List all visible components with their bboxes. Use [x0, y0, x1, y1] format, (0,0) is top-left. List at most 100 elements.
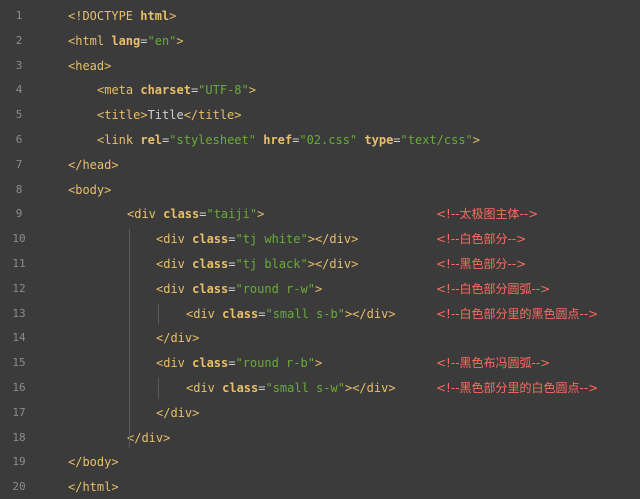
tag-token: </div>: [127, 430, 171, 445]
code-text: <div class="small s-b"></div>: [186, 302, 396, 327]
doctype-keyword-token: html: [140, 9, 170, 23]
attribute-name-token: class: [192, 257, 229, 271]
code-line[interactable]: 6 <link rel="stylesheet" href="02.css" ty…: [0, 128, 640, 153]
attribute-value-token: "tj black": [235, 257, 308, 271]
attribute-name-token: rel: [140, 133, 163, 147]
tag-token: ></div>: [344, 381, 396, 395]
line-number: 7: [15, 157, 23, 171]
line-number: 6: [15, 133, 23, 146]
line-number: 19: [12, 455, 26, 469]
tag-token: <div: [186, 381, 223, 395]
code-line[interactable]: 19 </body>: [0, 450, 640, 475]
code-editor[interactable]: 1 <!DOCTYPE html> 2 <html lang="en"> 3 <head>…: [0, 0, 640, 499]
code-line[interactable]: 20 </html>: [0, 475, 640, 499]
attribute-name-token: type: [364, 133, 394, 147]
code-text: <div class="round r-w">: [156, 277, 322, 302]
attribute-name-token: class: [192, 232, 229, 247]
indent-guide: [158, 378, 159, 399]
code-line[interactable]: 11 <div class="tj black"></div> <!--黑色部分--…: [0, 252, 640, 277]
tag-token: >: [248, 83, 256, 98]
tag-token: >: [314, 281, 323, 296]
tag-token: <div: [156, 257, 193, 271]
attribute-name-token: class: [222, 381, 259, 395]
line-number: 5: [15, 108, 23, 122]
tag-token: <div: [186, 306, 223, 321]
code-text: <meta charset="UTF-8">: [97, 78, 256, 103]
tag-token: <meta: [97, 83, 141, 98]
line-number: 4: [15, 83, 23, 97]
code-line[interactable]: 10 <div class="tj white"></div> <!--白色部分--…: [0, 227, 640, 252]
code-line[interactable]: 3 <head>: [0, 54, 640, 79]
tag-token: <link: [97, 133, 141, 147]
tag-token: >: [472, 133, 481, 147]
code-line[interactable]: 5 <title>Title</title>: [0, 103, 640, 128]
tag-token: ></div>: [307, 257, 359, 271]
code-text: <title>Title</title>: [97, 103, 242, 128]
code-text: <link rel="stylesheet" href="02.css" typ…: [97, 128, 480, 153]
attribute-value-token: "round r-w": [235, 281, 315, 296]
code-line[interactable]: 13 <div class="small s-b"></div> <!--白色部分里…: [0, 302, 640, 327]
line-number: 3: [15, 58, 23, 72]
tag-token: </body>: [68, 455, 119, 470]
tag-token: </div>: [156, 405, 200, 420]
code-text: <div class="tj white"></div>: [156, 227, 358, 252]
html-comment: <!--黑色部分-->: [436, 257, 527, 271]
html-comment: <!--白色部分圆弧-->: [436, 281, 551, 296]
code-line[interactable]: 12 <div class="round r-w"> <!--白色部分圆弧-->: [0, 277, 640, 302]
attribute-value-token: "en": [147, 33, 177, 48]
code-text: <html lang="en">: [68, 29, 184, 54]
code-text: </div>: [156, 401, 199, 426]
line-number: 11: [12, 257, 26, 270]
line-number: 20: [12, 480, 26, 494]
code-line[interactable]: 4 <meta charset="UTF-8">: [0, 78, 640, 103]
line-number: 1: [15, 9, 23, 22]
code-line[interactable]: 14 </div>: [0, 326, 640, 351]
line-number: 2: [15, 33, 23, 47]
html-comment: <!--白色部分里的黑色圆点-->: [436, 306, 599, 321]
tag-token: >: [176, 33, 184, 48]
code-text: <body>: [68, 178, 111, 203]
attribute-name-token: charset: [140, 83, 191, 98]
code-line[interactable]: 2 <html lang="en">: [0, 29, 640, 54]
code-text: <div class="round r-b">: [156, 351, 322, 376]
attribute-value-token: "small s-w": [265, 381, 345, 395]
html-comment: <!--白色部分-->: [436, 232, 527, 247]
tag-token: >: [257, 207, 265, 222]
tag-token: </html>: [68, 480, 119, 495]
tag-token: ></div>: [307, 232, 359, 247]
code-line[interactable]: 8 <body>: [0, 178, 640, 203]
tag-token: <div: [156, 281, 193, 296]
code-text: <div class="small s-w"></div>: [186, 376, 396, 401]
tag-token: <html: [68, 33, 112, 48]
tag-token: </title>: [183, 108, 242, 123]
code-line[interactable]: 9 <div class="taiji"> <!--太极图主体-->: [0, 202, 640, 227]
code-text: <!DOCTYPE html>: [68, 4, 176, 29]
code-text: </html>: [68, 475, 119, 499]
tag-token: </head>: [68, 157, 119, 172]
attribute-name-token: class: [222, 306, 259, 321]
code-text: </div>: [156, 326, 199, 351]
code-text: <head>: [68, 54, 111, 79]
attribute-value-token: "UTF-8": [198, 83, 249, 98]
code-line[interactable]: 7 </head>: [0, 153, 640, 178]
code-line[interactable]: 15 <div class="round r-b"> <!--黑色布冯圆弧-->: [0, 351, 640, 376]
attribute-value-token: "02.css": [299, 133, 358, 147]
tag-token: ></div>: [344, 306, 396, 321]
text-token: Title: [147, 108, 184, 123]
html-comment: <!--黑色部分里的白色圆点-->: [436, 381, 599, 395]
tag-token: </div>: [156, 331, 200, 346]
line-number: 9: [15, 207, 23, 221]
html-comment: <!--太极图主体-->: [436, 207, 539, 222]
attribute-value-token: "stylesheet": [169, 133, 256, 147]
tag-token: <div: [156, 356, 193, 371]
attribute-name-token: class: [192, 281, 229, 296]
code-text: </head>: [68, 153, 119, 178]
code-line[interactable]: 1 <!DOCTYPE html>: [0, 4, 640, 29]
equals-token: =: [140, 33, 148, 48]
attribute-value-token: "taiji": [206, 207, 258, 222]
tag-token: >: [314, 356, 323, 371]
code-line[interactable]: 17 </div>: [0, 401, 640, 426]
doctype-token: >: [169, 9, 177, 23]
code-line[interactable]: 18 </div>: [0, 426, 640, 451]
code-line[interactable]: 16 <div class="small s-w"></div> <!--黑色部分里…: [0, 376, 640, 401]
